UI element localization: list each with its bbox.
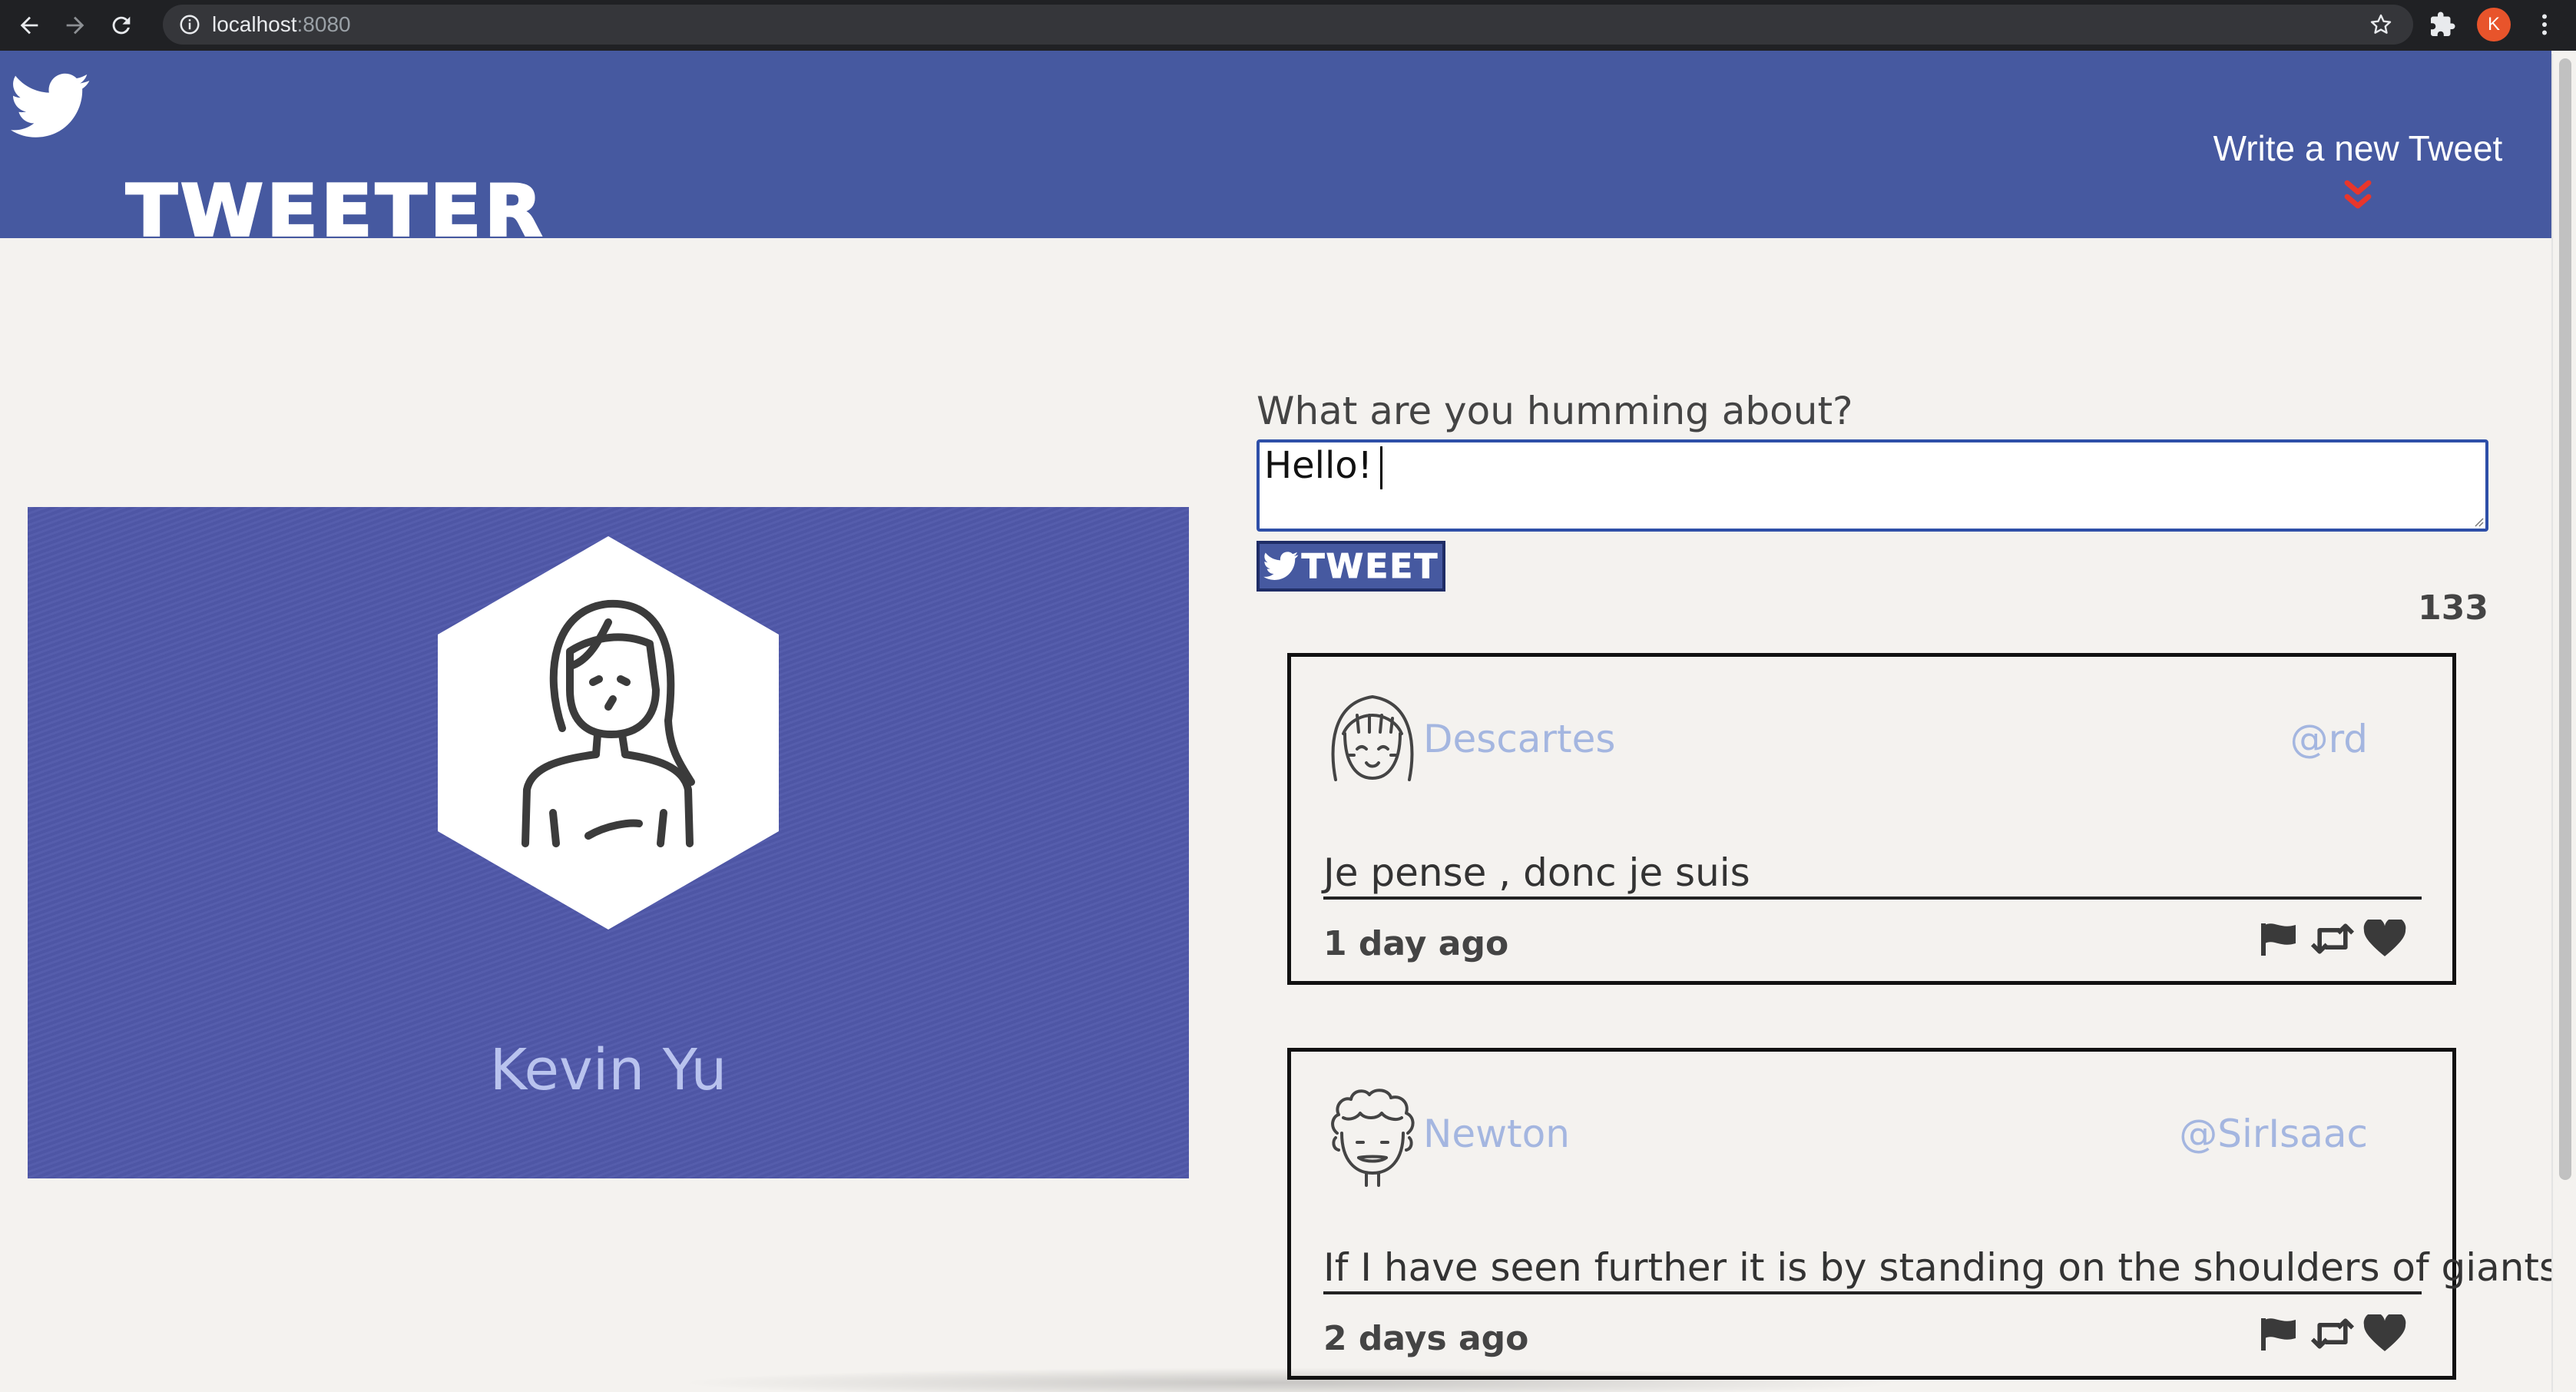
tweet-body: Je pense , donc je suis: [1323, 849, 2422, 900]
site-header: TWEETER Write a new Tweet: [0, 51, 2551, 254]
compose-heading: What are you humming about?: [1257, 389, 1853, 433]
character-counter: 133: [2418, 588, 2488, 628]
star-icon[interactable]: [2369, 12, 2393, 37]
tweet-author-name: Descartes: [1423, 717, 1616, 761]
reload-icon: [112, 16, 131, 35]
flag-icon[interactable]: [2259, 1314, 2302, 1353]
tweet-timestamp: 1 day ago: [1323, 924, 1509, 963]
text-caret: [1379, 446, 1382, 489]
retweet-icon[interactable]: [2311, 1314, 2354, 1353]
tweet-author-name: Newton: [1423, 1112, 1570, 1156]
curly-hair-avatar-icon: [1331, 1089, 1415, 1187]
page-scrollbar[interactable]: [2551, 54, 2576, 1392]
resize-grip-icon[interactable]: [2472, 515, 2484, 527]
url-host: localhost: [212, 12, 297, 36]
profile-avatar-image: [438, 536, 779, 930]
write-new-tweet-label: Write a new Tweet: [2213, 128, 2503, 168]
profile-card: Kevin Yu: [28, 507, 1189, 1178]
forward-arrow-icon: [66, 16, 84, 35]
retweet-icon[interactable]: [2311, 920, 2354, 958]
heart-icon[interactable]: [2363, 1314, 2406, 1353]
girl-bangs-avatar-icon: [1331, 695, 1414, 781]
floating-shadow: [676, 1367, 1905, 1392]
tweet-timestamp: 2 days ago: [1323, 1319, 1529, 1358]
url-port: :8080: [296, 12, 351, 36]
tweet-submit-label: TWEET: [1301, 546, 1439, 586]
write-new-tweet-toggle[interactable]: Write a new Tweet: [2197, 128, 2519, 214]
tweet-body: If I have seen further it is by standing…: [1323, 1244, 2559, 1294]
flag-icon[interactable]: [2259, 920, 2302, 958]
forward-button[interactable]: [52, 2, 98, 48]
double-chevron-down-icon[interactable]: [2344, 180, 2372, 214]
url-text: localhost:8080: [212, 12, 351, 37]
address-bar[interactable]: localhost:8080: [163, 5, 2413, 45]
back-arrow-icon: [20, 16, 38, 35]
scrollbar-thumb[interactable]: [2559, 58, 2571, 1180]
tweet-author-handle: @SirIsaac: [2179, 1112, 2368, 1156]
browser-toolbar: localhost:8080 K: [0, 0, 2576, 51]
tweet-card: Descartes @rd Je pense , donc je suis 1 …: [1287, 653, 2456, 985]
tweet-author-handle: @rd: [2290, 717, 2368, 761]
tweet-actions: [2259, 920, 2406, 958]
info-icon[interactable]: [178, 13, 201, 36]
profile-name: Kevin Yu: [489, 1037, 727, 1103]
tweet-text-input[interactable]: Hello!: [1257, 439, 2488, 532]
profile-avatar[interactable]: K: [2477, 8, 2511, 41]
page: TWEETER Write a new Tweet Kevin Yu What …: [0, 51, 2576, 1392]
twitter-bird-icon: [1263, 552, 1298, 581]
tweet-submit-button[interactable]: TWEET: [1257, 541, 1445, 592]
tweet-text-value: Hello!: [1264, 444, 1372, 487]
reload-button[interactable]: [98, 2, 144, 48]
tweet-card: Newton @SirIsaac If I have seen further …: [1287, 1048, 2559, 1380]
extension-puzzle-icon[interactable]: [2429, 11, 2456, 38]
site-brand[interactable]: TWEETER: [124, 168, 545, 254]
heart-icon[interactable]: [2363, 920, 2406, 958]
back-button[interactable]: [6, 2, 52, 48]
twitter-bird-icon: [11, 73, 90, 138]
tweet-actions: [2259, 1314, 2406, 1353]
kebab-menu-icon[interactable]: [2531, 11, 2558, 38]
